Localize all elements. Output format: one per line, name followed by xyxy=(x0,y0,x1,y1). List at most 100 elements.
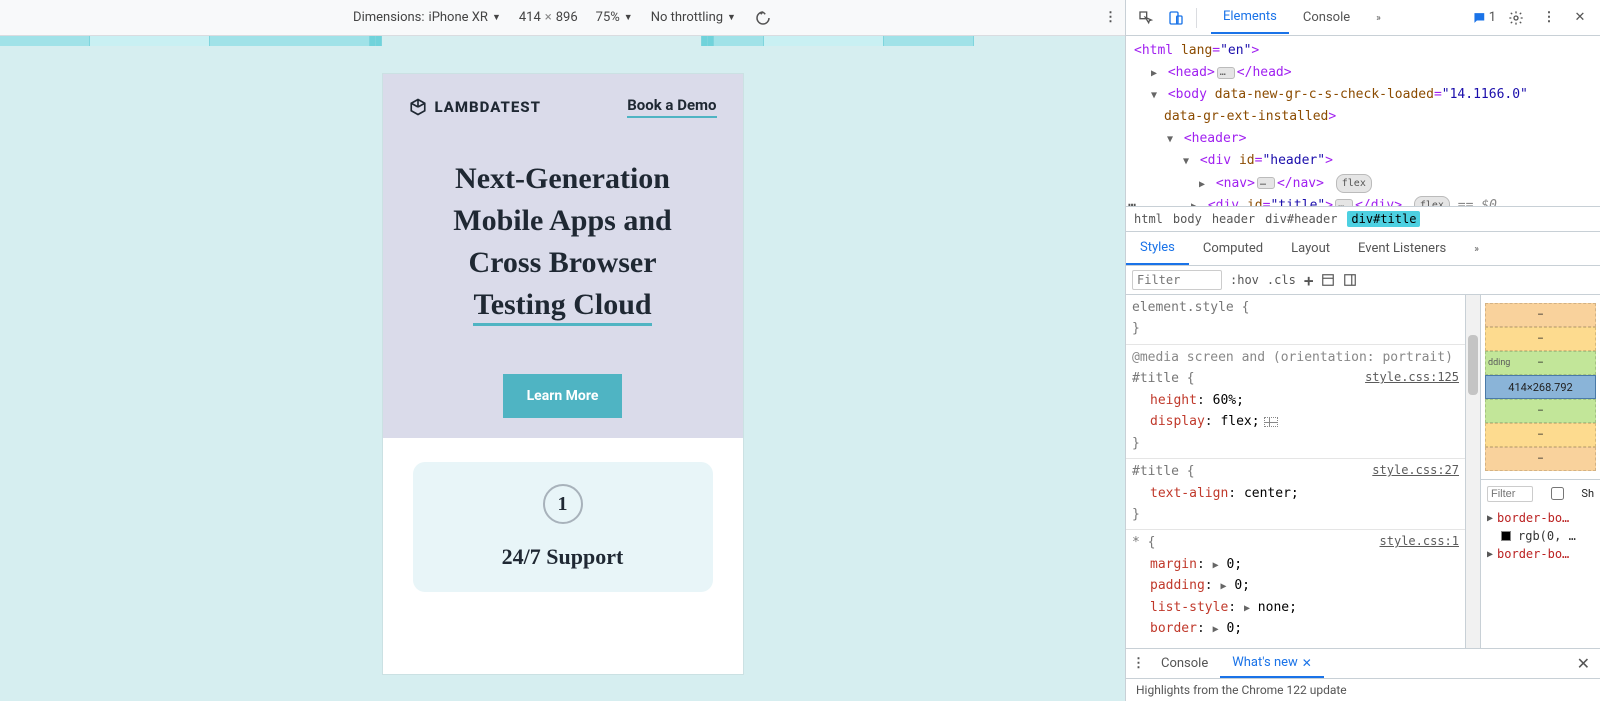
tab-event-listeners[interactable]: Event Listeners xyxy=(1344,233,1460,264)
expand-toggle-icon[interactable]: ▶ xyxy=(1148,65,1160,82)
crumb-div-title[interactable]: div#title xyxy=(1347,211,1420,227)
styles-filter-input[interactable] xyxy=(1132,270,1222,290)
css-declaration[interactable]: height: 60%; xyxy=(1132,390,1459,411)
expand-shorthand-icon[interactable]: ▶ xyxy=(1220,581,1226,592)
learn-more-button[interactable]: Learn More xyxy=(503,374,623,418)
close-tab-icon[interactable]: ✕ xyxy=(1302,656,1312,670)
crumb-body[interactable]: body xyxy=(1173,212,1202,226)
bm-padding-top: – xyxy=(1537,358,1544,369)
dim-width[interactable]: 414 xyxy=(519,10,541,25)
responsive-ruler[interactable] xyxy=(0,36,1125,54)
dom-node[interactable]: <div id="header"> xyxy=(1200,153,1333,168)
css-declaration[interactable]: text-align: center; xyxy=(1132,483,1459,504)
rule-source-link[interactable]: style.css:27 xyxy=(1372,461,1459,482)
box-model-diagram[interactable]: – – dding– 414×268.792 – – – xyxy=(1481,295,1600,479)
flex-badge[interactable]: flex xyxy=(1414,196,1450,206)
hov-toggle[interactable]: :hov xyxy=(1230,273,1259,287)
tab-overflow[interactable]: » xyxy=(1460,233,1493,264)
dom-node[interactable]: <html lang="en"> xyxy=(1134,43,1259,58)
drawer-close-icon[interactable]: ✕ xyxy=(1577,654,1594,673)
close-devtools-icon[interactable]: ✕ xyxy=(1568,6,1592,30)
more-menu-icon[interactable]: ⋮ xyxy=(1536,6,1560,30)
expand-icon[interactable]: ▶ xyxy=(1487,511,1493,526)
crumb-div-header[interactable]: div#header xyxy=(1265,212,1337,226)
computed-filter-input[interactable] xyxy=(1487,486,1533,502)
expand-toggle-icon[interactable]: ▼ xyxy=(1148,87,1160,104)
styles-toolbar: :hov .cls + xyxy=(1126,266,1600,295)
dom-node[interactable]: <nav> xyxy=(1216,176,1255,191)
css-declaration[interactable]: display: flex; xyxy=(1132,411,1459,432)
color-swatch-icon[interactable] xyxy=(1501,531,1511,541)
more-menu-icon[interactable]: ⋮ xyxy=(1104,10,1115,25)
bm-padding-bottom: – xyxy=(1537,406,1544,417)
rotate-button[interactable] xyxy=(754,9,772,27)
toggle-device-toolbar-icon[interactable] xyxy=(1164,6,1188,30)
collapsed-content-icon[interactable] xyxy=(1217,67,1235,79)
toggle-sidebar-icon[interactable] xyxy=(1343,273,1357,287)
css-rules-list[interactable]: element.style { } @media screen and (ori… xyxy=(1126,295,1466,648)
overflow-menu-icon[interactable]: ⋯ xyxy=(1128,195,1134,206)
book-demo-link[interactable]: Book a Demo xyxy=(627,96,716,118)
feature-card-title: 24/7 Support xyxy=(433,544,693,570)
flex-editor-icon[interactable] xyxy=(1264,417,1278,427)
drawer-tabs: ⋮ Console What's new ✕ ✕ xyxy=(1126,649,1600,679)
rule-source-link[interactable]: style.css:1 xyxy=(1380,532,1459,553)
collapsed-content-icon[interactable] xyxy=(1257,177,1275,189)
dom-node[interactable]: <body data-new-gr-c-s-check-loaded="14.1… xyxy=(1168,87,1528,102)
site-logo[interactable]: LAMBDATEST xyxy=(409,98,542,116)
expand-toggle-icon[interactable]: ▶ xyxy=(1196,176,1208,193)
zoom-select[interactable]: 75% ▼ xyxy=(596,10,633,25)
settings-icon[interactable] xyxy=(1504,6,1528,30)
drawer-tab-label: What's new xyxy=(1232,655,1298,670)
tab-console[interactable]: Console xyxy=(1291,2,1362,33)
expand-toggle-icon[interactable]: ▶ xyxy=(1188,198,1200,206)
dom-tree[interactable]: <html lang="en"> ▶ <head> </head> ▼ <body… xyxy=(1126,36,1600,206)
tab-styles[interactable]: Styles xyxy=(1126,232,1189,265)
css-declaration[interactable]: border: ▶ 0; xyxy=(1132,618,1459,639)
new-style-rule-icon[interactable]: + xyxy=(1304,271,1314,290)
tab-computed[interactable]: Computed xyxy=(1189,233,1277,264)
computed-sidebar-toggle-icon[interactable] xyxy=(1321,273,1335,287)
rule-title-2[interactable]: #title { style.css:27 text-align: center… xyxy=(1126,459,1465,530)
flex-badge[interactable]: flex xyxy=(1336,174,1372,193)
scrollbar[interactable] xyxy=(1466,295,1480,648)
dom-node-selected[interactable]: <div id="title"> xyxy=(1208,198,1333,206)
expand-icon[interactable]: ▶ xyxy=(1487,547,1493,562)
css-declaration[interactable]: list-style: ▶ none; xyxy=(1132,597,1459,618)
inspect-element-icon[interactable] xyxy=(1134,6,1158,30)
media-keyword: @media xyxy=(1132,350,1179,365)
device-select[interactable]: Dimensions: iPhone XR ▼ xyxy=(353,10,501,25)
throttling-select[interactable]: No throttling ▼ xyxy=(651,10,736,25)
tab-layout[interactable]: Layout xyxy=(1277,233,1344,264)
expand-toggle-icon[interactable]: ▼ xyxy=(1164,131,1176,148)
expand-shorthand-icon[interactable]: ▶ xyxy=(1244,603,1250,614)
computed-properties-list[interactable]: ▶border-bo… rgb(0, … ▶border-bo… xyxy=(1481,507,1600,565)
lambdatest-logo-icon xyxy=(409,98,427,116)
css-declaration[interactable]: padding: ▶ 0; xyxy=(1132,575,1459,596)
rule-title-media[interactable]: @media screen and (orientation: portrait… xyxy=(1126,345,1465,459)
expand-shorthand-icon[interactable]: ▶ xyxy=(1213,624,1219,635)
collapsed-content-icon[interactable] xyxy=(1335,199,1353,206)
expand-shorthand-icon[interactable]: ▶ xyxy=(1213,560,1219,571)
show-all-checkbox[interactable] xyxy=(1543,487,1572,500)
rule-source-link[interactable]: style.css:125 xyxy=(1365,368,1459,389)
drawer-tab-whatsnew[interactable]: What's new ✕ xyxy=(1220,649,1324,678)
css-declaration[interactable]: margin: ▶ 0; xyxy=(1132,554,1459,575)
dom-closing-tag: </head> xyxy=(1237,65,1292,80)
crumb-html[interactable]: html xyxy=(1134,212,1163,226)
cls-toggle[interactable]: .cls xyxy=(1267,273,1296,287)
crumb-header[interactable]: header xyxy=(1212,212,1255,226)
tab-elements[interactable]: Elements xyxy=(1211,1,1289,34)
hero-title-block: Next-Generation Mobile Apps and Cross Br… xyxy=(383,118,743,418)
rule-element-style[interactable]: element.style { } xyxy=(1126,295,1465,345)
drawer-menu-icon[interactable]: ⋮ xyxy=(1132,656,1143,671)
drawer-tab-console[interactable]: Console xyxy=(1149,650,1220,677)
dom-node[interactable]: <head> xyxy=(1168,65,1215,80)
dom-node[interactable]: <header> xyxy=(1184,131,1247,146)
site-header: LAMBDATEST Book a Demo xyxy=(383,74,743,118)
rule-universal[interactable]: * { style.css:1 margin: ▶ 0; padding: ▶ … xyxy=(1126,530,1465,643)
dim-height[interactable]: 896 xyxy=(556,10,578,25)
issues-button[interactable]: 1 xyxy=(1472,6,1496,30)
expand-toggle-icon[interactable]: ▼ xyxy=(1180,153,1192,170)
tab-overflow[interactable]: » xyxy=(1364,2,1393,33)
